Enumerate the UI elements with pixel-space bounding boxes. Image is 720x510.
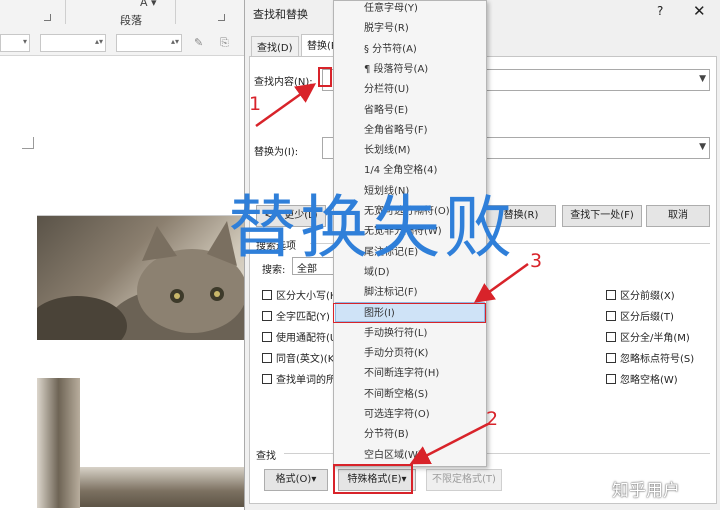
annotation-arrows: [255, 83, 529, 465]
arrow-1: [255, 83, 317, 128]
arrow-3: [473, 262, 529, 303]
arrow-2: [409, 422, 489, 465]
watermark: 知乎用户: [612, 481, 680, 501]
